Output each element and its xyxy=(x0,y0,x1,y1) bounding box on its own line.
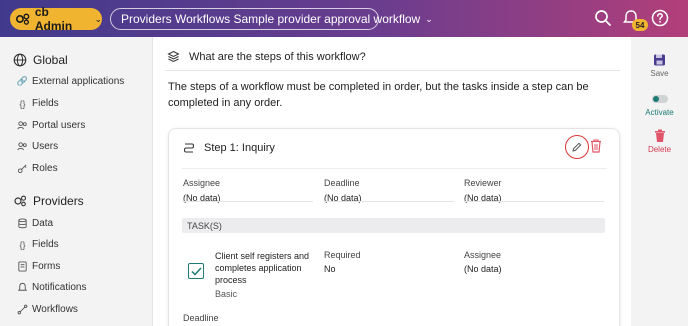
form-icon xyxy=(18,261,27,272)
tasks-header: TASK(S) xyxy=(182,218,605,233)
sidebar-item-roles[interactable]: Roles xyxy=(17,163,58,174)
link-icon: 🔗 xyxy=(16,76,29,86)
key-icon xyxy=(17,164,27,174)
notification-badge: 54 xyxy=(632,19,648,31)
sidebar-item-notifications[interactable]: Notifications xyxy=(17,282,86,293)
users-icon xyxy=(17,142,27,151)
globe-icon xyxy=(13,53,27,67)
sidebar-item-forms[interactable]: Forms xyxy=(17,261,60,272)
sidebar-item-external-applications[interactable]: 🔗 External applications xyxy=(17,76,124,87)
divider xyxy=(165,70,620,71)
chevron-down-icon: ⌄ xyxy=(425,13,433,24)
step-card: Step 1: Inquiry Assignee (No data) Deadl… xyxy=(168,128,620,326)
task-assignee-value: (No data) xyxy=(464,264,502,274)
braces-icon: {} xyxy=(19,239,26,250)
sidebar: Global 🔗 External applications {} Fields… xyxy=(0,37,152,326)
task-assignee-label: Assignee xyxy=(464,250,502,260)
main-panel: What are the steps of this workflow? The… xyxy=(152,37,631,326)
help-icon[interactable] xyxy=(650,8,670,28)
assignee-label: Assignee xyxy=(183,178,221,188)
activate-toggle[interactable]: Activate xyxy=(631,92,688,117)
trash-icon xyxy=(654,129,665,142)
workflow-icon xyxy=(17,304,28,315)
sidebar-heading-global: Global xyxy=(13,53,68,67)
task-type: Basic xyxy=(215,289,238,299)
pencil-icon xyxy=(572,142,582,152)
sidebar-heading-providers: Providers xyxy=(13,194,84,208)
layers-icon xyxy=(167,50,180,63)
toggle-icon xyxy=(651,95,668,103)
save-button[interactable]: Save xyxy=(631,53,688,78)
sidebar-item-portal-users[interactable]: Portal users xyxy=(17,120,85,131)
divider xyxy=(324,201,454,202)
edit-step-button[interactable] xyxy=(565,135,589,159)
sidebar-item-fields[interactable]: {} Fields xyxy=(17,98,58,109)
action-rail: Save Activate Delete xyxy=(631,37,688,326)
task-deadline-label: Deadline xyxy=(183,313,219,323)
trash-icon[interactable] xyxy=(589,138,603,154)
task-required-value: No xyxy=(324,264,336,274)
admin-menu-button[interactable]: cb Admin ⌄ xyxy=(10,5,102,33)
gears-icon xyxy=(15,13,30,25)
deadline-label: Deadline xyxy=(324,178,360,188)
workflow-steps-question: What are the steps of this workflow? xyxy=(167,50,366,63)
admin-label: cb Admin xyxy=(34,5,73,33)
sidebar-item-provider-fields[interactable]: {} Fields xyxy=(17,239,58,250)
sidebar-item-data[interactable]: Data xyxy=(17,218,53,229)
task-name: Client self registers and completes appl… xyxy=(215,251,310,285)
divider xyxy=(464,201,604,202)
workflow-description: The steps of a workflow must be complete… xyxy=(168,81,589,109)
bell-icon xyxy=(17,282,28,291)
chevron-down-icon: ⌄ xyxy=(94,13,102,24)
check-icon xyxy=(190,266,202,276)
task-checkbox[interactable] xyxy=(188,263,204,279)
workflow-title: Providers Workflows Sample provider appr… xyxy=(121,12,421,26)
users-icon xyxy=(17,121,27,130)
sidebar-item-users[interactable]: Users xyxy=(17,141,58,152)
delete-button[interactable]: Delete xyxy=(631,129,688,154)
step-title: Step 1: Inquiry xyxy=(182,141,275,155)
braces-icon: {} xyxy=(19,98,26,109)
route-icon xyxy=(183,143,195,153)
workflow-selector[interactable]: Providers Workflows Sample provider appr… xyxy=(110,8,433,30)
save-icon xyxy=(654,54,665,66)
divider xyxy=(183,201,313,202)
gears-icon xyxy=(14,195,27,207)
sidebar-item-workflows[interactable]: Workflows xyxy=(17,304,78,315)
search-icon[interactable] xyxy=(593,8,613,28)
divider xyxy=(182,168,607,169)
task-required-label: Required xyxy=(324,250,361,260)
top-bar: cb Admin ⌄ Providers Workflows Sample pr… xyxy=(0,0,688,37)
reviewer-label: Reviewer xyxy=(464,178,502,188)
database-icon xyxy=(18,218,27,229)
